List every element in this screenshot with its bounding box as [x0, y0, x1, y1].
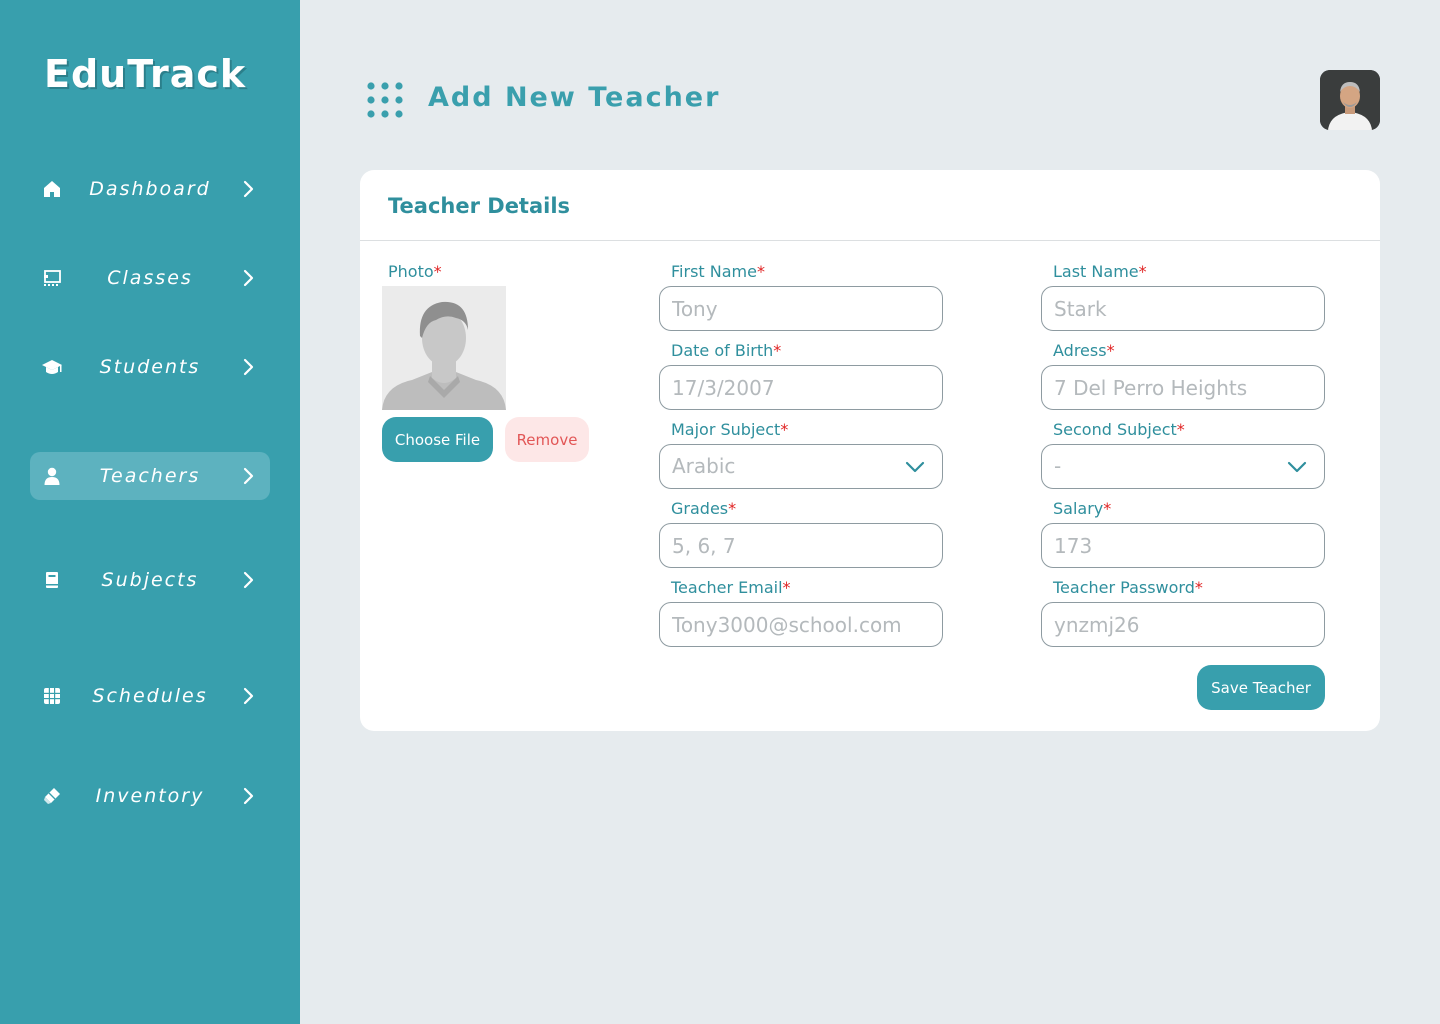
address-label: Adress*	[1053, 341, 1115, 360]
select-value: Arabic	[672, 454, 736, 478]
first-name-field[interactable]	[659, 286, 943, 331]
sidebar-item-teachers[interactable]: Teachers	[30, 452, 270, 500]
password-field[interactable]	[1041, 602, 1325, 647]
sidebar: EduTrack Dashboard Classes Students Teac…	[0, 0, 300, 1024]
person-silhouette-icon	[382, 286, 506, 410]
address-field[interactable]	[1041, 365, 1325, 410]
salary-field[interactable]	[1041, 523, 1325, 568]
classroom-icon	[40, 266, 64, 290]
chevron-right-icon	[243, 269, 254, 287]
sidebar-item-label: Teachers	[99, 465, 201, 487]
dob-field[interactable]	[659, 365, 943, 410]
second-subject-label: Second Subject*	[1053, 420, 1185, 439]
calendar-grid-icon	[40, 684, 64, 708]
graduation-cap-icon	[40, 355, 64, 379]
avatar[interactable]	[1320, 70, 1380, 130]
card-title: Teacher Details	[388, 194, 571, 218]
grades-field[interactable]	[659, 523, 943, 568]
first-name-label: First Name*	[671, 262, 765, 281]
second-subject-select[interactable]: -	[1041, 444, 1325, 489]
major-subject-label: Major Subject*	[671, 420, 789, 439]
salary-label: Salary*	[1053, 499, 1112, 518]
email-label: Teacher Email*	[671, 578, 791, 597]
sidebar-item-subjects[interactable]: Subjects	[30, 556, 270, 604]
chevron-right-icon	[243, 787, 254, 805]
photo-label: Photo*	[388, 262, 442, 281]
book-icon	[40, 568, 64, 592]
chevron-right-icon	[243, 358, 254, 376]
chevron-down-icon	[905, 461, 925, 473]
choose-file-button[interactable]: Choose File	[382, 417, 493, 462]
dots-grid-icon[interactable]	[366, 81, 404, 119]
email-field[interactable]	[659, 602, 943, 647]
sidebar-item-dashboard[interactable]: Dashboard	[30, 165, 270, 213]
remove-photo-button[interactable]: Remove	[505, 417, 589, 462]
password-label: Teacher Password*	[1053, 578, 1203, 597]
home-icon	[40, 177, 64, 201]
sidebar-item-classes[interactable]: Classes	[30, 254, 270, 302]
person-icon	[40, 464, 64, 488]
chevron-down-icon	[1287, 461, 1307, 473]
sidebar-item-label: Students	[99, 356, 201, 378]
save-teacher-button[interactable]: Save Teacher	[1197, 665, 1325, 710]
sidebar-item-schedules[interactable]: Schedules	[30, 672, 270, 720]
sidebar-item-students[interactable]: Students	[30, 343, 270, 391]
page-title: Add New Teacher	[428, 82, 721, 113]
teacher-details-card: Teacher Details Photo* Choose File Remov…	[360, 170, 1380, 731]
major-subject-select[interactable]: Arabic	[659, 444, 943, 489]
sidebar-item-label: Dashboard	[89, 178, 211, 200]
chevron-right-icon	[243, 571, 254, 589]
last-name-label: Last Name*	[1053, 262, 1147, 281]
photo-placeholder	[382, 286, 506, 410]
sidebar-item-inventory[interactable]: Inventory	[30, 772, 270, 820]
chevron-right-icon	[243, 180, 254, 198]
select-value: -	[1054, 454, 1062, 478]
sidebar-item-label: Schedules	[92, 685, 208, 707]
sidebar-item-label: Inventory	[95, 785, 205, 807]
eraser-icon	[40, 784, 64, 808]
divider	[360, 240, 1380, 241]
chevron-right-icon	[243, 467, 254, 485]
sidebar-item-label: Subjects	[101, 569, 199, 591]
sidebar-item-label: Classes	[107, 267, 193, 289]
dob-label: Date of Birth*	[671, 341, 782, 360]
last-name-field[interactable]	[1041, 286, 1325, 331]
chevron-right-icon	[243, 687, 254, 705]
grades-label: Grades*	[671, 499, 737, 518]
app-logo: EduTrack	[44, 52, 247, 96]
